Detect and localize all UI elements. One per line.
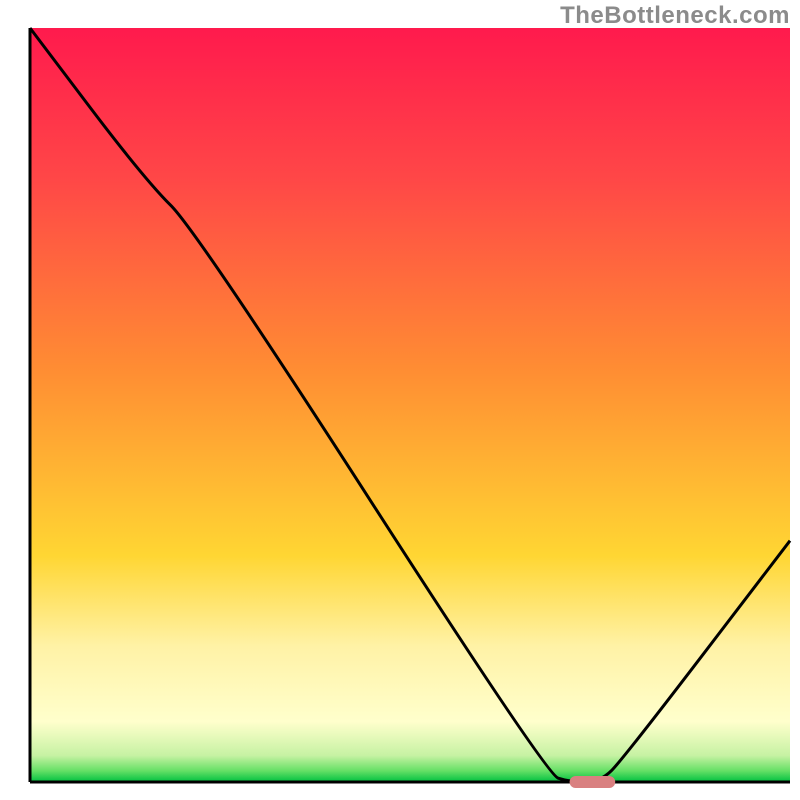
chart-svg	[0, 0, 800, 800]
optimal-marker	[570, 776, 616, 788]
plot-background	[30, 28, 790, 782]
watermark-label: TheBottleneck.com	[560, 2, 790, 30]
chart-container: TheBottleneck.com	[0, 0, 800, 800]
